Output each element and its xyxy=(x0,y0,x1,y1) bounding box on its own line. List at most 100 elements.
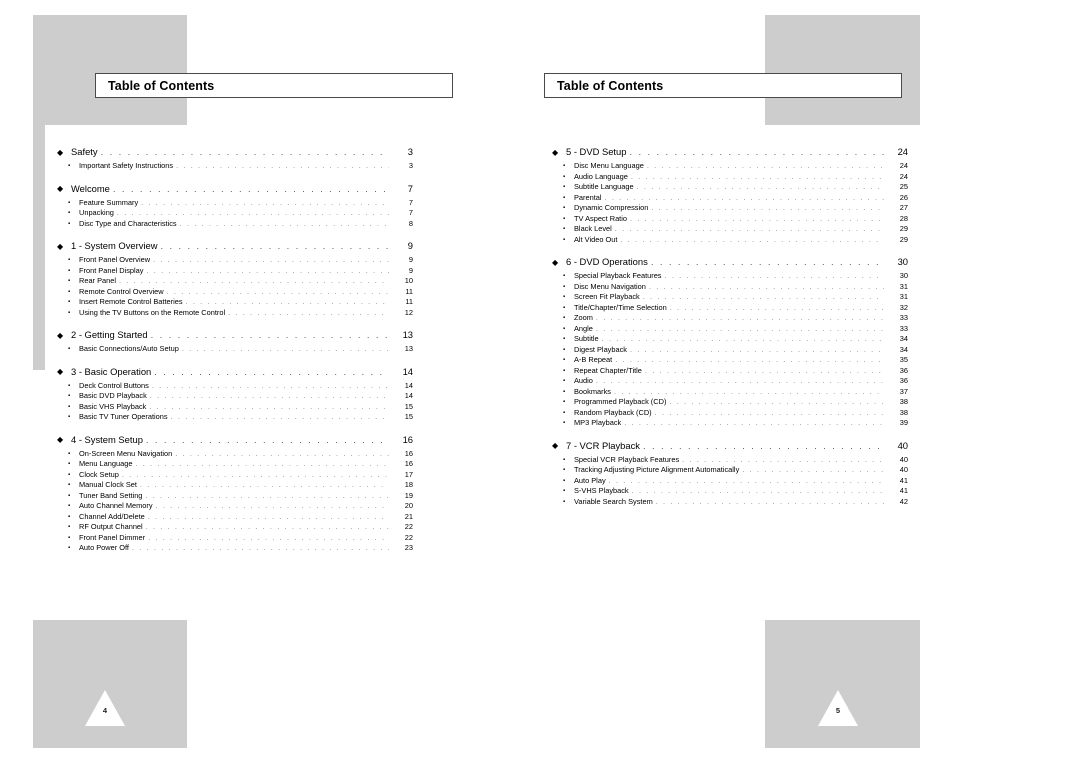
toc-entry-label: Menu Language xyxy=(79,459,133,468)
toc-entry-page-number: 11 xyxy=(405,297,413,306)
toc-entry-label: Bookmarks xyxy=(574,386,611,396)
toc-heading-row[interactable]: ◆ 2 - Getting Started. . . . . . . . . . … xyxy=(57,330,413,345)
toc-heading-row[interactable]: ◆ 3 - Basic Operation. . . . . . . . . . … xyxy=(57,366,413,382)
toc-entry-label: Manual Clock Set xyxy=(79,480,137,489)
toc-heading-row[interactable]: ◆ Welcome. . . . . . . . . . . . . . . . … xyxy=(57,183,413,199)
toc-entry-page-number: 28 xyxy=(899,213,908,223)
toc-entry-row[interactable]: ▪ Basic DVD Playback. . . . . . . . . . .… xyxy=(57,392,413,403)
toc-entry-label: Disc Menu Language xyxy=(574,161,644,170)
toc-entry-label: 1 - System Overview xyxy=(71,240,158,251)
toc-entry-page-number: 13 xyxy=(402,329,413,340)
toc-group: ◆ 3 - Basic Operation. . . . . . . . . . … xyxy=(57,366,413,424)
toc-entry-row[interactable]: ▪ MP3 Playback. . . . . . . . . . . . . .… xyxy=(552,419,908,430)
toc-entry-page-number: 40 xyxy=(897,439,908,451)
toc-entry-row[interactable]: ▪ Using the TV Buttons on the Remote Cont… xyxy=(57,308,413,320)
dot-leader: . . . . . . . . . . . . . . . . . . . . … xyxy=(112,183,389,193)
toc-entry-label: Black Level xyxy=(574,224,612,233)
square-bullet-icon: ▪ xyxy=(563,357,566,363)
dot-leader: . . . . . . . . . . . . . . . . . . . . … xyxy=(648,282,884,290)
toc-entry-label: On-Screen Menu Navigation xyxy=(79,448,173,458)
toc-heading-row[interactable]: ◆ 7 - VCR Playback. . . . . . . . . . . .… xyxy=(552,439,908,456)
toc-entry-row[interactable]: ▪ Insert Remote Control Batteries. . . . … xyxy=(57,298,413,309)
dot-leader: . . . . . . . . . . . . . . . . . . . . … xyxy=(601,335,884,343)
toc-group: ◆ 2 - Getting Started. . . . . . . . . . … xyxy=(57,330,413,356)
toc-entry-label: Front Panel Display xyxy=(79,265,144,275)
dot-leader: . . . . . . . . . . . . . . . . . . . . … xyxy=(146,266,390,274)
dot-leader: . . . . . . . . . . . . . . . . . . . . … xyxy=(664,272,884,280)
toc-entry-label: Front Panel Dimmer xyxy=(79,532,146,542)
dot-leader: . . . . . . . . . . . . . . . . . . . . … xyxy=(118,277,389,285)
toc-entry-row[interactable]: ▪ Important Safety Instructions. . . . . … xyxy=(57,162,413,173)
toc-entry-label: Title/Chapter/Time Selection xyxy=(574,302,667,312)
toc-entry-label: Auto Play xyxy=(574,475,606,485)
square-bullet-icon: ▪ xyxy=(68,299,71,305)
toc-entry-row[interactable]: ▪ Angle. . . . . . . . . . . . . . . . . … xyxy=(552,324,908,336)
toc-entry-page-number: 19 xyxy=(404,490,413,500)
toc-entry-row[interactable]: ▪ A-B Repeat. . . . . . . . . . . . . . .… xyxy=(552,356,908,367)
dot-leader: . . . . . . . . . . . . . . . . . . . . … xyxy=(149,402,389,410)
toc-entry-page-number: 40 xyxy=(899,465,908,474)
toc-entry-label: Special Playback Features xyxy=(574,271,662,280)
dot-leader: . . . . . . . . . . . . . . . . . . . . … xyxy=(682,455,884,463)
toc-entry-row[interactable]: ▪ Rear Panel. . . . . . . . . . . . . . .… xyxy=(57,277,413,288)
toc-entry-row[interactable]: ▪ Dynamic Compression. . . . . . . . . . … xyxy=(552,204,908,215)
dot-leader: . . . . . . . . . . . . . . . . . . . . … xyxy=(615,356,884,364)
toc-entry-page-number: 33 xyxy=(899,313,908,322)
dot-leader: . . . . . . . . . . . . . . . . . . . . … xyxy=(631,487,884,495)
dot-leader: . . . . . . . . . . . . . . . . . . . . … xyxy=(608,476,884,484)
page-number-marker: 4 xyxy=(85,690,125,728)
toc-entry-row[interactable]: ▪ Disc Type and Characteristics. . . . . … xyxy=(57,218,413,231)
toc-entry-label: Remote Control Overview xyxy=(79,286,164,296)
dot-leader: . . . . . . . . . . . . . . . . . . . . … xyxy=(176,162,389,170)
toc-entry-row[interactable]: ▪ Basic TV Tuner Operations. . . . . . . … xyxy=(57,413,413,424)
decorative-band-bottom xyxy=(33,620,187,748)
toc-entry-page-number: 8 xyxy=(408,218,413,228)
toc-entry-row[interactable]: ▪ Menu Language. . . . . . . . . . . . . … xyxy=(57,460,413,471)
dot-leader: . . . . . . . . . . . . . . . . . . . . … xyxy=(624,419,884,427)
toc-entry-row[interactable]: ▪ Repeat Chapter/Title. . . . . . . . . .… xyxy=(552,366,908,378)
toc-entry-row[interactable]: ▪ Title/Chapter/Time Selection. . . . . .… xyxy=(552,302,908,315)
toc-heading-row[interactable]: ◆ 6 - DVD Operations. . . . . . . . . . .… xyxy=(552,257,908,272)
square-bullet-icon: ▪ xyxy=(563,315,566,321)
square-bullet-icon: ▪ xyxy=(68,513,71,520)
toc-entry-row[interactable]: ▪ S-VHS Playback. . . . . . . . . . . . .… xyxy=(552,487,908,498)
toc-group: ◆ Safety. . . . . . . . . . . . . . . . .… xyxy=(57,147,413,173)
toc-entry-row[interactable]: ▪ Front Panel Overview. . . . . . . . . .… xyxy=(57,256,413,267)
toc-entry-row[interactable]: ▪ Subtitle. . . . . . . . . . . . . . . .… xyxy=(552,335,908,346)
square-bullet-icon: ▪ xyxy=(68,534,71,541)
toc-entry-row[interactable]: ▪ Programmed Playback (CD). . . . . . . .… xyxy=(552,398,908,409)
toc-entry-row[interactable]: ▪ Screen Fit Playback. . . . . . . . . . … xyxy=(552,293,908,304)
toc-entry-row[interactable]: ▪ Tracking Adjusting Picture Alignment Au… xyxy=(552,466,908,477)
toc-entry-label: Tuner Band Setting xyxy=(79,490,143,500)
toc-entry-page-number: 42 xyxy=(899,496,908,506)
toc-entry-label: Disc Menu Navigation xyxy=(574,281,646,291)
square-bullet-icon: ▪ xyxy=(68,163,71,169)
toc-entry-row[interactable]: ▪ Disc Menu Language. . . . . . . . . . .… xyxy=(552,162,908,173)
toc-entry-row[interactable]: ▪ Subtitle Language. . . . . . . . . . . … xyxy=(552,183,908,194)
toc-entry-row[interactable]: ▪ Variable Search System. . . . . . . . .… xyxy=(552,496,908,509)
dot-leader: . . . . . . . . . . . . . . . . . . . . … xyxy=(630,345,884,353)
toc-entry-row[interactable]: ▪ Zoom. . . . . . . . . . . . . . . . . .… xyxy=(552,314,908,325)
toc-entry-row[interactable]: ▪ Auto Channel Memory. . . . . . . . . . … xyxy=(57,502,413,513)
toc-heading-row[interactable]: ◆ 5 - DVD Setup. . . . . . . . . . . . . … xyxy=(552,147,908,162)
toc-heading-row[interactable]: ◆ Safety. . . . . . . . . . . . . . . . .… xyxy=(57,147,413,162)
dot-leader: . . . . . . . . . . . . . . . . . . . . … xyxy=(654,408,884,416)
toc-heading-row[interactable]: ◆ 4 - System Setup. . . . . . . . . . . .… xyxy=(57,434,413,450)
toc-entry-row[interactable]: ▪ Black Level. . . . . . . . . . . . . . … xyxy=(552,225,908,236)
toc-entry-row[interactable]: ▪ Manual Clock Set. . . . . . . . . . . .… xyxy=(57,481,413,492)
toc-entry-row[interactable]: ▪ Special Playback Features. . . . . . . … xyxy=(552,272,908,283)
toc-entry-page-number: 41 xyxy=(899,475,908,485)
toc-entry-page-number: 14 xyxy=(404,391,413,400)
toc-entry-label: Channel Add/Delete xyxy=(79,511,145,521)
toc-entry-row[interactable]: ▪ Basic Connections/Auto Setup. . . . . .… xyxy=(57,345,413,356)
toc-entry-label: Basic TV Tuner Operations xyxy=(79,412,168,421)
toc-entry-row[interactable]: ▪ Auto Power Off. . . . . . . . . . . . .… xyxy=(57,544,413,555)
toc-entry-row[interactable]: ▪ RF Output Channel. . . . . . . . . . . … xyxy=(57,523,413,534)
dot-leader: . . . . . . . . . . . . . . . . . . . . … xyxy=(145,434,389,444)
toc-entry-row[interactable]: ▪ Alt Video Out. . . . . . . . . . . . . … xyxy=(552,234,908,247)
toc-heading-row[interactable]: ◆ 1 - System Overview. . . . . . . . . . … xyxy=(57,241,413,256)
toc-entry-page-number: 29 xyxy=(899,234,908,244)
toc-entry-row[interactable]: ▪ Audio. . . . . . . . . . . . . . . . . … xyxy=(552,377,908,388)
toc-entry-row[interactable]: ▪ Unpacking. . . . . . . . . . . . . . . … xyxy=(57,209,413,220)
square-bullet-icon: ▪ xyxy=(563,205,566,211)
